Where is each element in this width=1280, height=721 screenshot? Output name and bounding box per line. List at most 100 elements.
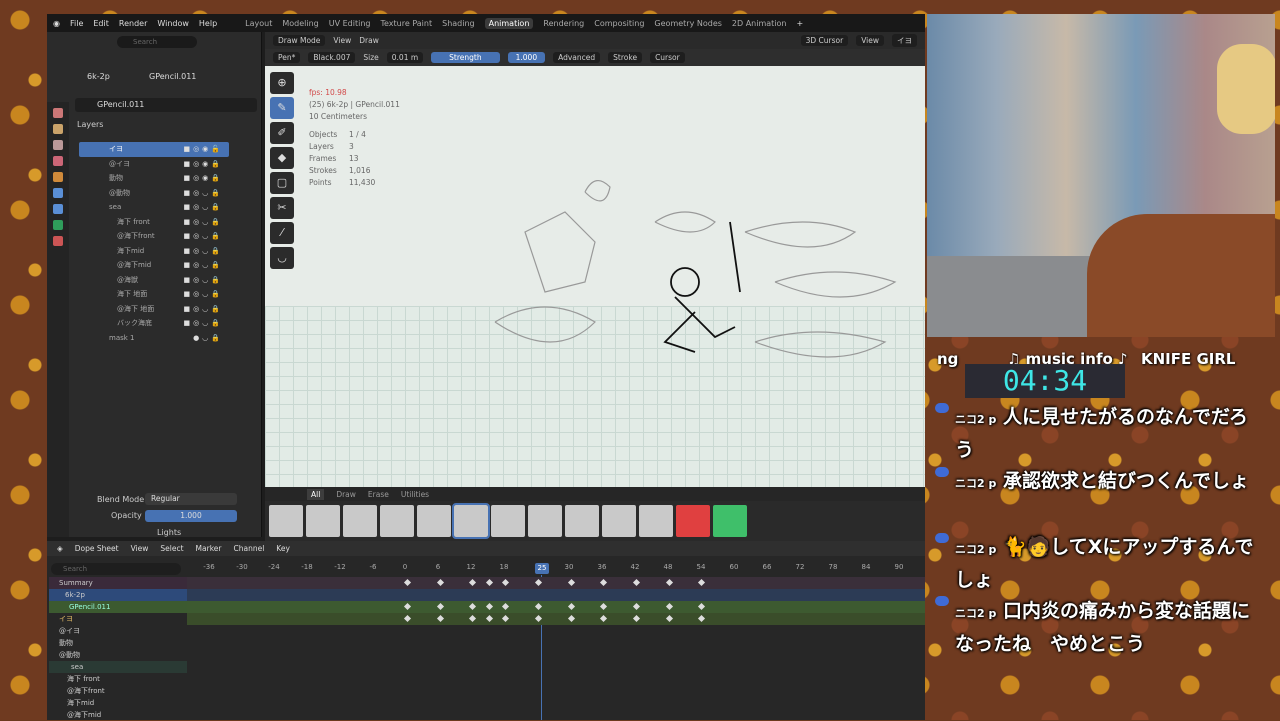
keyframe-diamond[interactable] — [665, 614, 673, 623]
blender-logo-icon[interactable]: ◉ — [53, 19, 60, 28]
brush-thumb[interactable] — [528, 505, 562, 537]
keyframe-diamond[interactable] — [403, 614, 412, 623]
brush-tab-draw[interactable]: Draw — [336, 490, 356, 499]
keyframe-diamond[interactable] — [403, 578, 412, 587]
keyframe-diamond[interactable] — [600, 578, 608, 587]
channel-layer[interactable]: @動物 — [49, 649, 187, 661]
brush-thumb[interactable] — [269, 505, 303, 537]
keyframe-diamond[interactable] — [567, 614, 575, 623]
physics-tab-icon[interactable] — [53, 204, 63, 214]
layer-item[interactable]: 海下 front ■◎◡🔒 — [79, 215, 229, 230]
keyframe-diamond[interactable] — [502, 602, 510, 611]
keyframe-diamond[interactable] — [600, 614, 608, 623]
channel-layer[interactable]: @イヨ — [49, 625, 187, 637]
layers-header[interactable]: Layers — [77, 120, 103, 129]
menu-file[interactable]: File — [70, 19, 83, 28]
brush-tab-all[interactable]: All — [307, 488, 325, 500]
cutter-tool-icon[interactable]: ✂ — [270, 197, 294, 219]
keyframe-diamond[interactable] — [469, 602, 477, 611]
draw-tool-icon[interactable]: ✎ — [270, 97, 294, 119]
brush-thumb[interactable] — [343, 505, 377, 537]
tab-2d-animation[interactable]: 2D Animation — [732, 19, 787, 28]
view-menu[interactable]: View — [333, 36, 351, 45]
tab-modeling[interactable]: Modeling — [282, 19, 318, 28]
dope-view-menu[interactable]: View — [131, 544, 149, 553]
keyframe-diamond[interactable] — [567, 602, 575, 611]
keyframe-diamond[interactable] — [632, 614, 640, 623]
brush-thumb[interactable] — [491, 505, 525, 537]
dope-search-input[interactable]: Search — [51, 563, 181, 575]
frame-ruler[interactable]: -36 -30 -24 -18 -12 -6 0 6 12 18 30 36 42 48 54 60 66 72 7… — [187, 563, 925, 575]
modifier-tab-icon[interactable] — [53, 188, 63, 198]
keyframe-diamond[interactable] — [469, 614, 477, 623]
tint-tool-icon[interactable]: ▢ — [270, 172, 294, 194]
layer-item[interactable]: バック海底 ■◎◡🔒 — [79, 316, 229, 331]
keyframe-diamond[interactable] — [632, 602, 640, 611]
brush-thumb[interactable] — [676, 505, 710, 537]
keyframe-diamond[interactable] — [665, 602, 673, 611]
dope-marker-menu[interactable]: Marker — [196, 544, 222, 553]
brush-thumb[interactable] — [452, 503, 490, 539]
keyframe-diamond[interactable] — [567, 578, 575, 587]
blend-mode-select[interactable]: Regular — [145, 493, 237, 505]
keyframe-diamond[interactable] — [502, 614, 510, 623]
erase-tool-icon[interactable]: ✐ — [270, 122, 294, 144]
cursor-menu[interactable]: Cursor — [650, 52, 685, 63]
layer-item[interactable]: @海下front ■◎◡🔒 — [79, 229, 229, 244]
keyframe-diamond[interactable] — [534, 578, 542, 587]
keyframe-diamond[interactable] — [485, 602, 493, 611]
menu-window[interactable]: Window — [157, 19, 189, 28]
layer-item[interactable]: @イヨ ■◎◉🔒 — [79, 157, 229, 172]
fill-tool-icon[interactable]: ◆ — [270, 147, 294, 169]
tab-uv-editing[interactable]: UV Editing — [329, 19, 371, 28]
channel-layer[interactable]: 動物 — [49, 637, 187, 649]
channel-layer[interactable]: @海下front — [49, 685, 187, 697]
add-workspace-icon[interactable]: + — [796, 19, 803, 28]
brush-thumb[interactable] — [380, 505, 414, 537]
tab-geometry-nodes[interactable]: Geometry Nodes — [654, 19, 721, 28]
brush-tab-utilities[interactable]: Utilities — [401, 490, 429, 499]
material-select[interactable]: Black.007 — [308, 52, 356, 63]
channel-layer[interactable]: 海下mid — [49, 697, 187, 709]
keyframe-diamond[interactable] — [436, 578, 444, 587]
channel-summary[interactable]: Summary — [49, 577, 187, 589]
brush-thumb[interactable] — [417, 505, 451, 537]
channel-layer[interactable]: 海下 front — [49, 673, 187, 685]
keyframe-diamond[interactable] — [485, 614, 493, 623]
menu-render[interactable]: Render — [119, 19, 147, 28]
keyframe-diamond[interactable] — [698, 602, 706, 611]
curve-tool-icon[interactable]: ◡ — [270, 247, 294, 269]
brush-thumb[interactable] — [306, 505, 340, 537]
stroke-menu[interactable]: Stroke — [608, 52, 643, 63]
keyframe-diamond[interactable] — [534, 614, 542, 623]
dope-sheet-mode[interactable]: Dope Sheet — [75, 544, 119, 553]
layer-item[interactable]: イヨ ■◎◉🔓 — [79, 142, 229, 157]
strength-field[interactable]: 1.000 — [507, 52, 546, 63]
eyedropper-tool-icon[interactable]: ⁄ — [270, 222, 294, 244]
brush-thumb[interactable] — [639, 505, 673, 537]
opacity-slider[interactable]: 1.000 — [145, 510, 237, 522]
brush-tab-erase[interactable]: Erase — [368, 490, 389, 499]
data-tab-icon[interactable] — [53, 220, 63, 230]
tab-compositing[interactable]: Compositing — [594, 19, 644, 28]
render-tab-icon[interactable] — [53, 124, 63, 134]
layer-item[interactable]: @動物 ■◎◡🔒 — [79, 186, 229, 201]
dope-channel-menu[interactable]: Channel — [233, 544, 264, 553]
layer-item[interactable]: @海下mid ■◎◡🔒 — [79, 258, 229, 273]
keyframe-diamond[interactable] — [436, 602, 444, 611]
editor-type-icon[interactable]: ◈ — [57, 544, 63, 553]
tool-tab-icon[interactable] — [53, 108, 63, 118]
tab-shading[interactable]: Shading — [442, 19, 475, 28]
output-tab-icon[interactable] — [53, 140, 63, 150]
layer-select[interactable]: イヨ — [892, 34, 917, 47]
keyframe-diamond[interactable] — [698, 578, 706, 587]
mode-select[interactable]: Draw Mode — [273, 35, 326, 46]
brush-thumb[interactable] — [565, 505, 599, 537]
object-tab-icon[interactable] — [53, 172, 63, 182]
dope-key-menu[interactable]: Key — [276, 544, 290, 553]
tab-rendering[interactable]: Rendering — [543, 19, 584, 28]
keyframe-diamond[interactable] — [632, 578, 640, 587]
channel-group[interactable]: sea — [49, 661, 187, 673]
size-field[interactable]: 0.01 m — [386, 52, 424, 63]
dope-select-menu[interactable]: Select — [160, 544, 183, 553]
